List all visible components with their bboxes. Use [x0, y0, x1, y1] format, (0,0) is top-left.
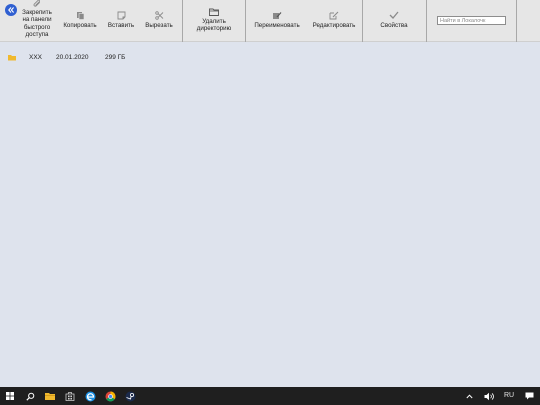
file-name: XXX [29, 54, 43, 61]
volume-button[interactable] [483, 390, 495, 402]
toolbar-separator [182, 0, 183, 42]
pin-quick-access-button[interactable]: Закрепить на панели быстрого доступа [18, 0, 56, 42]
search-input[interactable] [437, 16, 506, 25]
file-date: 20.01.2020 [56, 54, 89, 61]
edit-button[interactable]: Редактировать [307, 0, 361, 42]
copy-icon [76, 11, 84, 20]
language-indicator[interactable]: RU [504, 392, 514, 399]
back-icon [8, 7, 15, 13]
copy-label: Копировать [63, 22, 97, 29]
rename-icon [273, 11, 282, 19]
taskbar: RU [0, 387, 540, 405]
paste-label: Вставить [107, 22, 135, 29]
start-button[interactable] [4, 390, 16, 402]
paste-icon [117, 11, 125, 19]
search-button[interactable] [24, 390, 36, 402]
back-button[interactable] [5, 4, 17, 16]
show-hidden-icons-button[interactable] [463, 390, 475, 402]
volume-icon [484, 392, 494, 400]
folder-icon [8, 55, 16, 61]
search-icon [25, 392, 34, 401]
delete-directory-button[interactable]: Удалить директорию [190, 0, 238, 42]
notifications-icon [525, 392, 533, 400]
properties-button[interactable]: Свойства [372, 0, 416, 42]
checkmark-icon [389, 11, 399, 19]
cut-button[interactable]: Вырезать [141, 0, 177, 42]
chrome-button[interactable] [104, 390, 116, 402]
store-icon [65, 392, 75, 401]
toolbar-separator [362, 0, 363, 42]
toolbar-separator [516, 0, 517, 42]
chevron-up-icon [465, 393, 473, 398]
cut-label: Вырезать [145, 22, 173, 29]
file-explorer-button[interactable] [44, 390, 56, 402]
paperclip-icon [33, 0, 40, 7]
toolbar-ribbon: Закрепить на панели быстрого доступа Коп… [0, 0, 540, 42]
edge-icon [85, 391, 95, 401]
folder-icon [209, 8, 219, 16]
paste-button[interactable]: Вставить [104, 0, 138, 42]
edit-label: Редактировать [312, 22, 356, 29]
rename-button[interactable]: Переименовать [250, 0, 304, 42]
list-item[interactable]: XXX 20.01.2020 299 ГБ [0, 51, 540, 65]
notifications-button[interactable] [523, 390, 535, 402]
toolbar-separator [245, 0, 246, 42]
delete-directory-label: Удалить директорию [196, 18, 232, 33]
chrome-icon [105, 391, 115, 401]
scissors-icon [154, 10, 163, 20]
steam-icon [125, 391, 135, 401]
store-button[interactable] [64, 390, 76, 402]
file-size: 299 ГБ [105, 54, 126, 61]
pin-label: Закрепить на панели быстрого доступа [22, 9, 52, 38]
toolbar-separator [426, 0, 427, 42]
properties-label: Свойства [380, 22, 408, 29]
copy-button[interactable]: Копировать [60, 0, 100, 42]
rename-label: Переименовать [254, 22, 300, 29]
edit-icon [329, 11, 339, 19]
file-explorer-icon [45, 393, 55, 400]
edge-button[interactable] [84, 390, 96, 402]
windows-start-icon [6, 392, 14, 400]
steam-button[interactable] [124, 390, 136, 402]
